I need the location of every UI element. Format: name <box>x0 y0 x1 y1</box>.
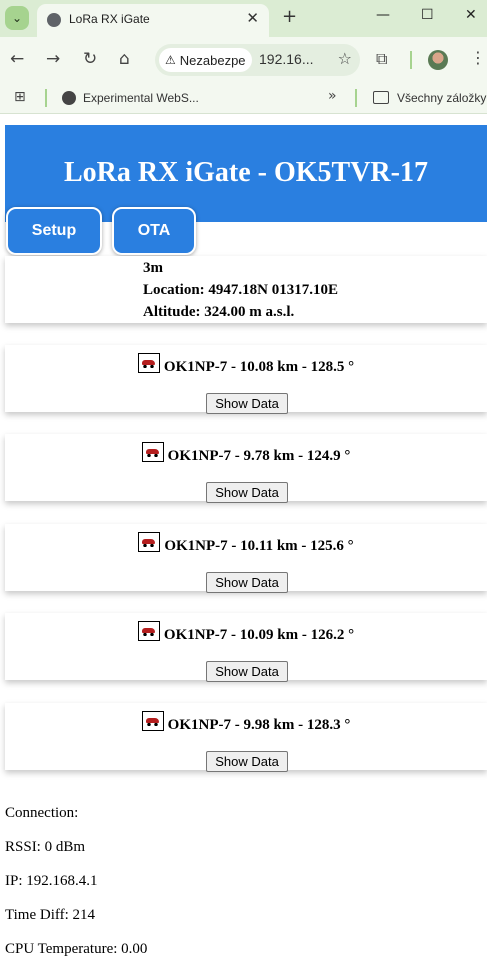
bookmarks-bar: ⊞ Experimental WebS... » Všechny záložky <box>0 83 487 114</box>
car-icon <box>137 621 160 641</box>
station-title: OK1NP-7 - 10.11 km - 125.6 ° <box>5 532 487 555</box>
bookmark-item[interactable]: Experimental WebS... <box>83 91 199 105</box>
forward-icon[interactable]: → <box>46 49 60 69</box>
station-card: OK1NP-7 - 9.98 km - 128.3 ° Show Data <box>5 703 487 772</box>
maximize-icon[interactable]: ☐ <box>421 7 434 23</box>
globe-icon <box>62 91 76 105</box>
show-data-button[interactable]: Show Data <box>206 661 288 682</box>
station-card: OK1NP-7 - 10.11 km - 125.6 ° Show Data <box>5 524 487 593</box>
browser-tab[interactable]: LoRa RX iGate ✕ <box>37 4 269 37</box>
globe-icon <box>47 13 61 27</box>
tab-bar: ⌄ LoRa RX iGate ✕ + — ☐ ✕ <box>0 0 487 37</box>
info-card: 3m Location: 4947.18N 01317.10E Altitude… <box>5 256 487 323</box>
ip-text: IP: 192.168.4.1 <box>5 873 98 889</box>
extensions-icon[interactable]: ⧉ <box>376 49 387 69</box>
apps-grid-icon[interactable]: ⊞ <box>14 89 26 105</box>
station-title: OK1NP-7 - 9.98 km - 128.3 ° <box>5 711 487 734</box>
show-data-button[interactable]: Show Data <box>206 751 288 772</box>
security-label: Nezabezpe <box>179 52 246 68</box>
bookmarks-divider <box>45 89 47 107</box>
location-text: Location: 4947.18N 01317.10E <box>143 282 338 298</box>
avatar[interactable] <box>428 50 448 70</box>
security-chip[interactable]: ⚠ Nezabezpe <box>159 48 252 72</box>
home-icon[interactable]: ⌂ <box>119 49 130 69</box>
station-text: OK1NP-7 - 10.11 km - 125.6 ° <box>164 538 354 554</box>
ota-button[interactable]: OTA <box>112 207 196 255</box>
connection-text: Connection: <box>5 805 79 821</box>
menu-dots-icon[interactable]: ⋮ <box>470 48 486 67</box>
close-icon[interactable]: ✕ <box>246 9 259 27</box>
tab-search-icon[interactable]: ⌄ <box>5 6 29 30</box>
station-text: OK1NP-7 - 10.08 km - 128.5 ° <box>163 359 355 375</box>
station-card: OK1NP-7 - 10.09 km - 126.2 ° Show Data <box>5 613 487 682</box>
station-text: OK1NP-7 - 10.09 km - 126.2 ° <box>163 627 355 643</box>
url-text[interactable]: 192.16... <box>259 51 314 67</box>
rssi-text: RSSI: 0 dBm <box>5 839 86 855</box>
altitude-text: Altitude: 324.00 m a.s.l. <box>143 304 295 320</box>
setup-button[interactable]: Setup <box>6 207 102 255</box>
station-title: OK1NP-7 - 10.09 km - 126.2 ° <box>5 621 487 644</box>
time-diff-text: Time Diff: 214 <box>5 907 96 923</box>
reload-icon[interactable]: ↻ <box>83 49 97 69</box>
page-title: LoRa RX iGate - OK5TVR-17 <box>64 157 428 188</box>
cpu-temperature-text: CPU Temperature: 0.00 <box>5 941 148 957</box>
show-data-button[interactable]: Show Data <box>206 482 288 503</box>
station-card: OK1NP-7 - 10.08 km - 128.5 ° Show Data <box>5 345 487 414</box>
folder-icon <box>373 91 389 104</box>
bookmarks-divider <box>355 89 357 107</box>
toolbar-divider <box>410 51 412 69</box>
address-bar[interactable]: ⚠ Nezabezpe 192.16... ☆ <box>155 44 360 76</box>
window-close-icon[interactable]: ✕ <box>465 7 477 23</box>
station-card: OK1NP-7 - 9.78 km - 124.9 ° Show Data <box>5 434 487 503</box>
station-title: OK1NP-7 - 10.08 km - 128.5 ° <box>5 353 487 376</box>
more-bookmarks-icon[interactable]: » <box>328 88 337 104</box>
back-icon[interactable]: ← <box>10 49 24 69</box>
browser-toolbar: ← → ↻ ⌂ ⚠ Nezabezpe 192.16... ☆ ⧉ ⋮ <box>0 37 487 83</box>
warning-icon: ⚠ <box>165 53 176 67</box>
station-text: OK1NP-7 - 9.78 km - 124.9 ° <box>167 448 351 464</box>
station-text: OK1NP-7 - 9.98 km - 128.3 ° <box>167 717 351 733</box>
car-icon <box>137 353 160 373</box>
show-data-button[interactable]: Show Data <box>206 572 288 593</box>
car-icon <box>138 532 161 552</box>
info-line: 3m <box>143 260 163 276</box>
station-title: OK1NP-7 - 9.78 km - 124.9 ° <box>5 442 487 465</box>
tab-title: LoRa RX iGate <box>69 12 150 26</box>
show-data-button[interactable]: Show Data <box>206 393 288 414</box>
car-icon <box>141 442 164 462</box>
all-bookmarks-link[interactable]: Všechny záložky <box>397 91 486 105</box>
car-icon <box>141 711 164 731</box>
new-tab-icon[interactable]: + <box>282 6 297 27</box>
minimize-icon[interactable]: — <box>376 7 390 23</box>
bookmark-star-icon[interactable]: ☆ <box>338 49 352 68</box>
